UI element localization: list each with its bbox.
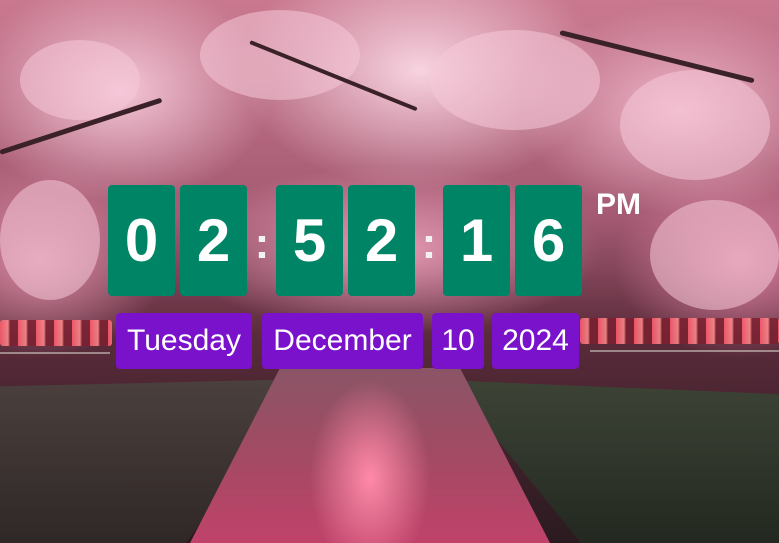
year-label: 2024 [492,313,579,369]
minute-second-separator: : [421,219,437,268]
blossom-cluster [20,40,140,120]
railing-left [0,352,110,354]
second-tens-digit: 1 [443,185,510,296]
second-ones-digit: 6 [515,185,582,296]
blossom-cluster [620,70,770,180]
hour-minute-separator: : [254,219,270,268]
minute-tens-digit: 5 [276,185,343,296]
lantern-row-right [580,318,779,344]
month-label: December [262,313,423,369]
weekday-label: Tuesday [116,313,252,369]
blossom-cluster [0,180,100,300]
period-label: PM [596,188,641,221]
blossom-cluster [430,30,600,130]
minute-ones-digit: 2 [348,185,415,296]
day-label: 10 [432,313,484,369]
hour-tens-digit: 0 [108,185,175,296]
hour-ones-digit: 2 [180,185,247,296]
lantern-row-left [0,320,112,346]
railing-right [590,350,779,352]
blossom-cluster [650,200,779,310]
